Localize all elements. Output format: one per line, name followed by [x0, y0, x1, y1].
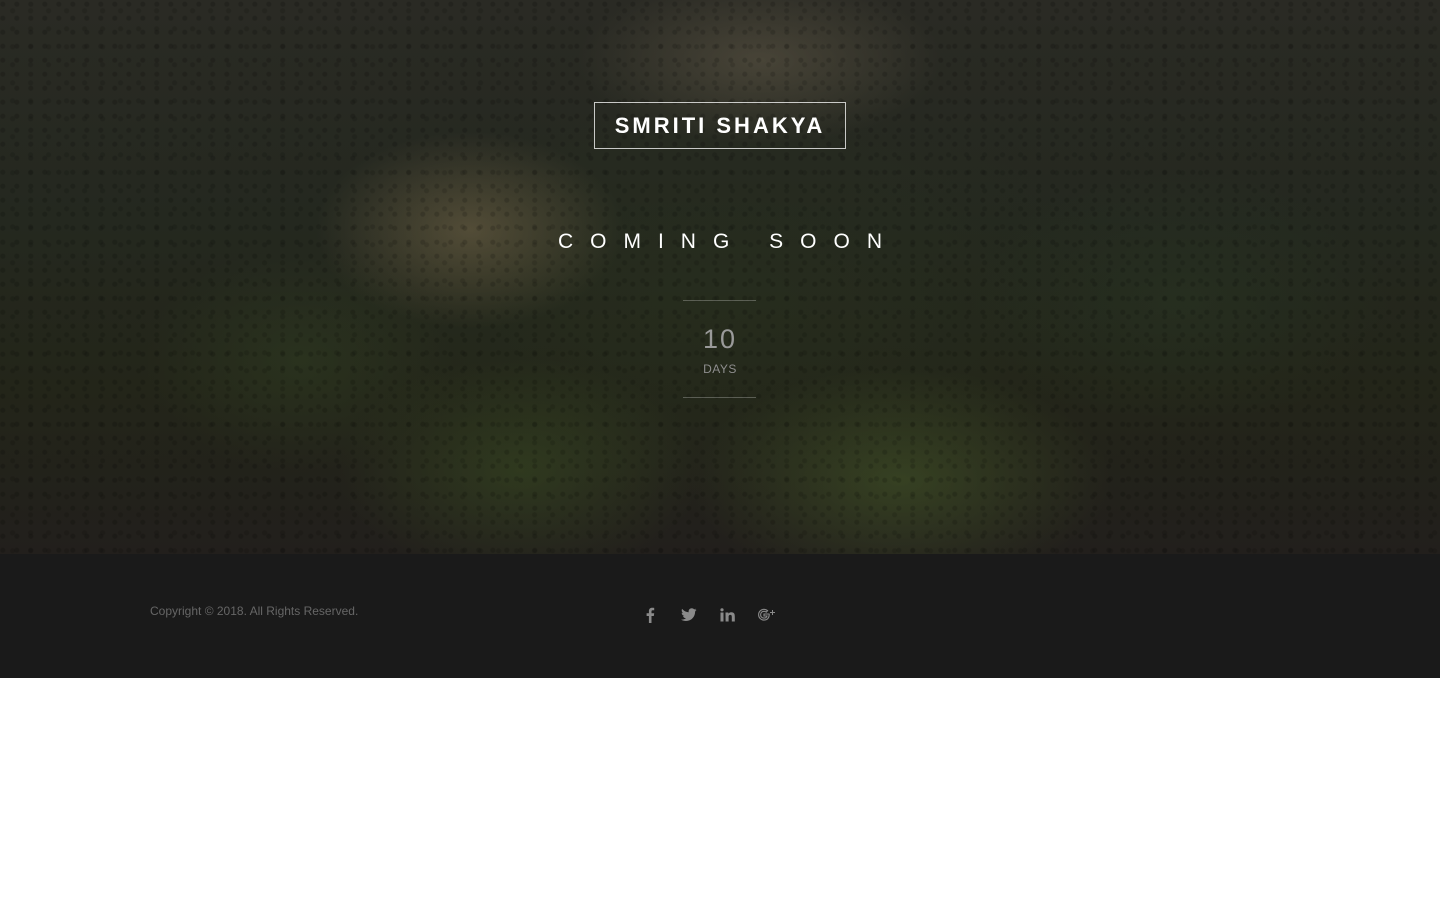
countdown-divider-top — [683, 300, 756, 301]
twitter-icon[interactable] — [669, 604, 708, 626]
brand-name[interactable]: SMRITI SHAKYA — [615, 113, 826, 139]
countdown-days-label: DAYS — [703, 362, 737, 376]
hero-section: SMRITI SHAKYA COMING SOON 10 DAYS — [0, 0, 1440, 554]
coming-soon-heading: COMING SOON — [557, 230, 899, 253]
facebook-icon[interactable] — [630, 604, 669, 626]
linkedin-icon[interactable] — [708, 604, 747, 626]
footer: Copyright © 2018. All Rights Reserved. — [0, 554, 1440, 678]
social-links — [630, 604, 786, 626]
google-plus-icon[interactable] — [747, 604, 786, 626]
countdown-divider-bottom — [683, 397, 756, 398]
copyright-text: Copyright © 2018. All Rights Reserved. — [150, 604, 359, 618]
countdown-days-value: 10 — [702, 324, 738, 354]
brand-logo-box[interactable]: SMRITI SHAKYA — [594, 102, 846, 149]
